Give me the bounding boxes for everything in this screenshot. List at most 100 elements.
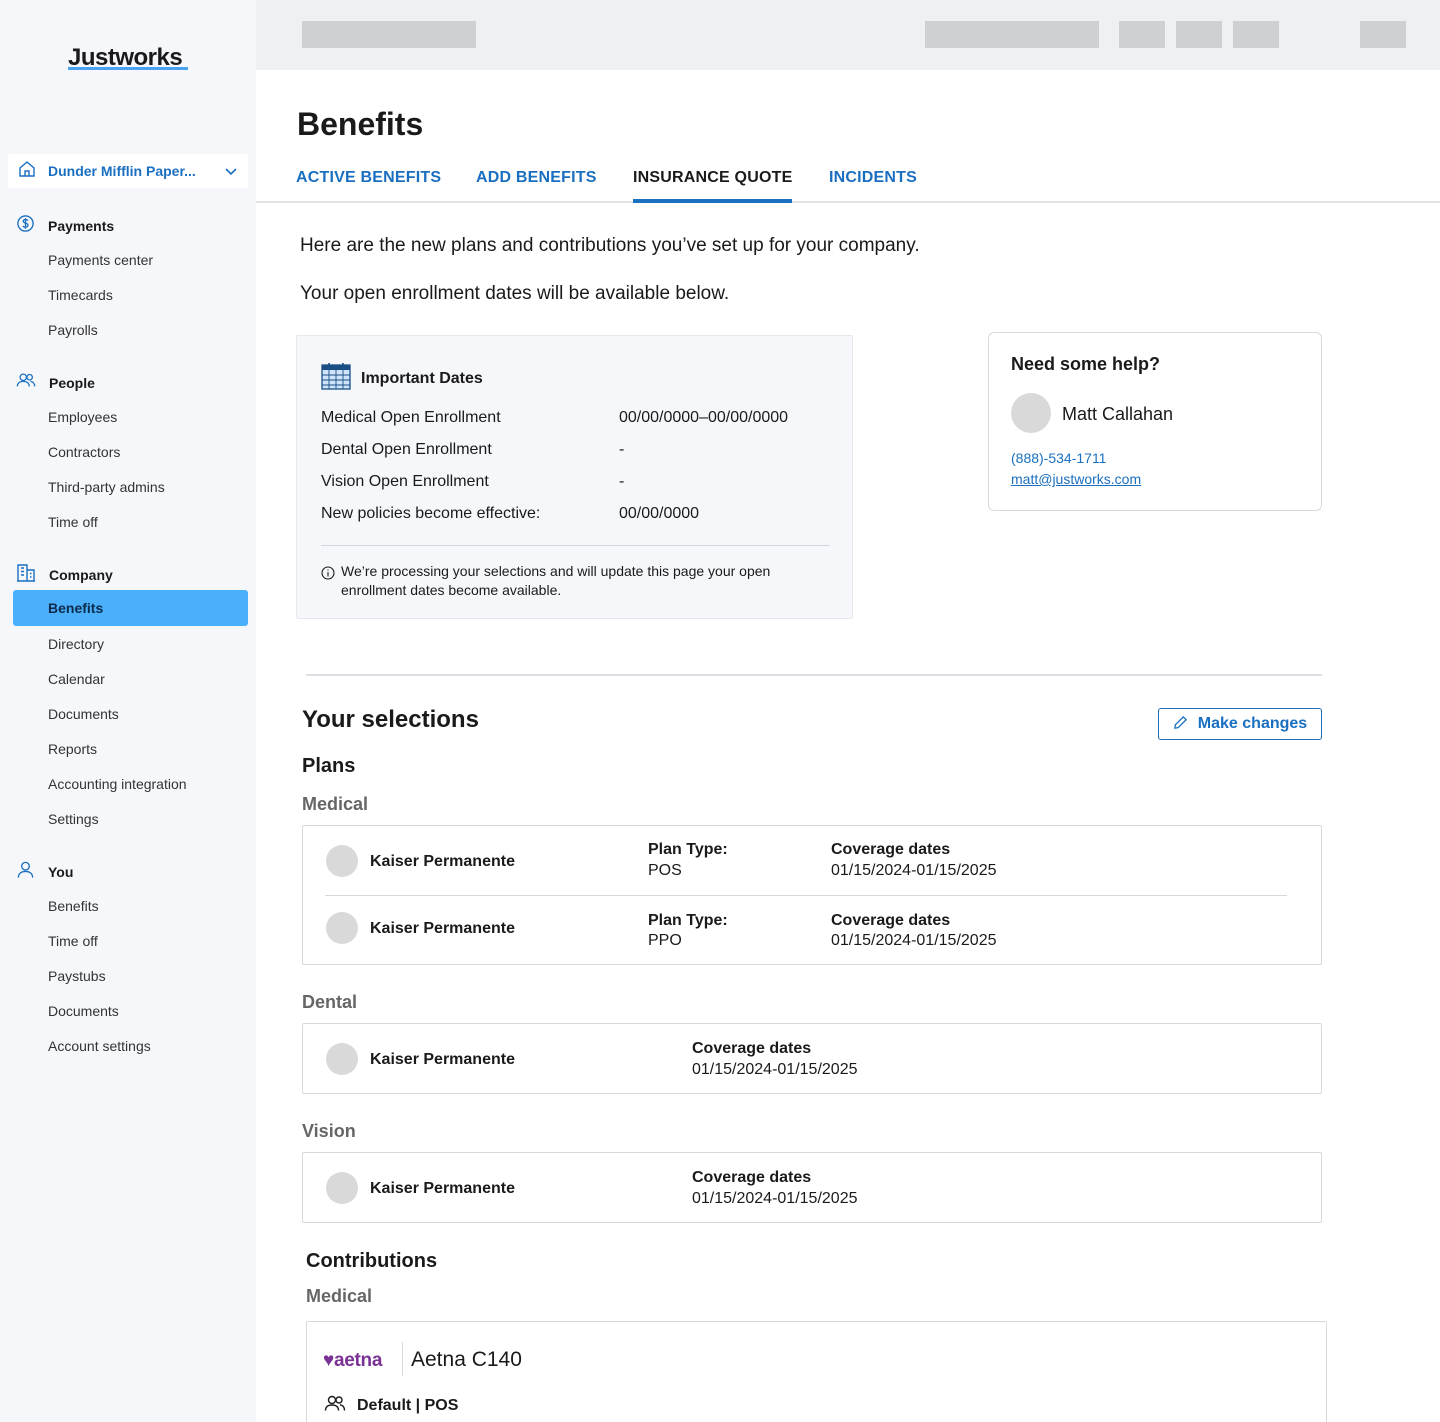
sidebar-item-paystubs[interactable]: Paystubs [48, 968, 106, 984]
aetna-logo-text: aetna [333, 1350, 383, 1371]
intro-text-enrollment: Your open enrollment dates will be avail… [300, 283, 730, 304]
plan-type-value: POS [648, 862, 682, 879]
coverage-dates-label: Coverage dates [692, 1169, 812, 1186]
contribution-tier: Default | POS [323, 1394, 458, 1417]
info-icon [321, 566, 335, 600]
divider [321, 545, 830, 546]
sidebar-item-employees[interactable]: Employees [48, 409, 117, 425]
date-value: - [619, 441, 625, 458]
home-icon [18, 160, 36, 183]
plan-carrier-name: Kaiser Permanente [370, 1051, 515, 1068]
plan-type-value: PPO [648, 932, 682, 949]
date-value: 00/00/0000 [619, 505, 700, 522]
sidebar-item-time-off[interactable]: Time off [48, 514, 98, 530]
toolbar-placeholder[interactable] [1233, 21, 1279, 48]
date-row: Medical Open Enrollment 00/00/0000–00/00… [321, 409, 831, 427]
help-email-link[interactable]: matt@justworks.com [1011, 471, 1141, 487]
benefits-tabs: ACTIVE BENEFITS ADD BENEFITS INSURANCE Q… [256, 165, 1440, 203]
date-value: - [619, 473, 625, 490]
plan-row[interactable]: Kaiser Permanente Plan Type: PPO Coverag… [303, 896, 1323, 966]
tab-active-benefits[interactable]: ACTIVE BENEFITS [296, 169, 441, 203]
vision-category-label: Vision [302, 1121, 356, 1141]
logo-underline [68, 67, 188, 70]
make-changes-button[interactable]: Make changes [1158, 708, 1322, 740]
medical-plans-card: Kaiser Permanente Plan Type: POS Coverag… [302, 825, 1322, 965]
logo-divider [402, 1342, 403, 1376]
plan-row[interactable]: Kaiser Permanente Coverage dates 01/15/2… [303, 1024, 1323, 1094]
sidebar-item-reports[interactable]: Reports [48, 741, 97, 757]
tab-insurance-quote[interactable]: INSURANCE QUOTE [633, 169, 793, 203]
sidebar-item-contractors[interactable]: Contractors [48, 444, 120, 460]
date-row: Dental Open Enrollment - [321, 441, 831, 459]
nav-section-company[interactable]: Company [16, 563, 113, 587]
sidebar-item-timecards[interactable]: Timecards [48, 287, 113, 303]
nav-section-payments[interactable]: Payments [16, 214, 114, 238]
vision-plans-card: Kaiser Permanente Coverage dates 01/15/2… [302, 1152, 1322, 1223]
contribution-tier-label: Default | POS [357, 1396, 459, 1414]
help-contact-name: Matt Callahan [1062, 404, 1174, 424]
sidebar-item-company-documents[interactable]: Documents [48, 706, 119, 722]
tab-incidents[interactable]: INCIDENTS [829, 169, 917, 203]
coverage-dates-value: 01/15/2024-01/15/2025 [692, 1061, 858, 1078]
sidebar-item-my-documents[interactable]: Documents [48, 1003, 119, 1019]
search-placeholder[interactable] [302, 21, 476, 48]
coverage-dates-value: 01/15/2024-01/15/2025 [831, 932, 997, 949]
toolbar-placeholder[interactable] [1119, 21, 1165, 48]
nav-section-label: People [49, 374, 95, 391]
calendar-icon [321, 362, 351, 395]
avatar [1011, 393, 1051, 433]
contribution-card[interactable]: ♥aetna Aetna C140 Default | POS [306, 1321, 1327, 1422]
sidebar-item-calendar[interactable]: Calendar [48, 671, 105, 687]
coverage-dates-label: Coverage dates [831, 841, 951, 858]
company-selector[interactable]: Dunder Mifflin Paper... [8, 154, 248, 188]
make-changes-label: Make changes [1197, 715, 1308, 732]
date-label: Dental Open Enrollment [321, 441, 492, 458]
sidebar-item-settings[interactable]: Settings [48, 811, 99, 827]
top-bar [256, 0, 1440, 70]
dental-category-label: Dental [302, 992, 358, 1012]
sidebar-item-directory[interactable]: Directory [48, 636, 104, 652]
aetna-logo: ♥aetna [323, 1350, 382, 1372]
contribution-plan-name: Aetna C140 [411, 1348, 522, 1371]
company-selector-label: Dunder Mifflin Paper... [48, 163, 196, 179]
sidebar-item-my-benefits[interactable]: Benefits [48, 898, 99, 914]
sidebar-item-accounting-integration[interactable]: Accounting integration [48, 776, 187, 792]
coverage-dates-label: Coverage dates [692, 1040, 812, 1057]
nav-section-you[interactable]: You [16, 860, 73, 884]
heart-icon: ♥ [323, 1350, 334, 1371]
page-title: Benefits [297, 106, 424, 142]
sidebar-item-payrolls[interactable]: Payrolls [48, 322, 98, 338]
toolbar-placeholder[interactable] [1176, 21, 1222, 48]
coverage-dates-value: 01/15/2024-01/15/2025 [831, 862, 997, 879]
coverage-dates-label: Coverage dates [831, 912, 951, 929]
sidebar-item-my-time-off[interactable]: Time off [48, 933, 98, 949]
carrier-logo-placeholder [326, 1172, 358, 1204]
people-icon [323, 1394, 347, 1417]
chevron-down-icon [224, 164, 238, 183]
nav-section-label: Payments [48, 218, 115, 234]
date-label: New policies become effective: [321, 505, 541, 522]
plan-type-label: Plan Type: [648, 841, 728, 858]
help-phone-link[interactable]: (888)-534-1711 [1011, 450, 1106, 466]
date-row: Vision Open Enrollment - [321, 473, 831, 491]
important-dates-card: Important Dates Medical Open Enrollment … [296, 335, 853, 619]
nav-section-label: You [48, 864, 74, 880]
tab-add-benefits[interactable]: ADD BENEFITS [476, 169, 597, 203]
nav-section-people[interactable]: People [16, 371, 95, 394]
processing-note-text: We’re processing your selections and wil… [341, 563, 771, 598]
plan-carrier-name: Kaiser Permanente [370, 920, 515, 937]
plan-row[interactable]: Kaiser Permanente Coverage dates 01/15/2… [303, 1153, 1323, 1223]
plan-carrier-name: Kaiser Permanente [370, 1180, 515, 1197]
nav-section-label: Company [49, 567, 113, 583]
sidebar-item-company-benefits[interactable]: Benefits [13, 590, 248, 626]
sidebar-item-account-settings[interactable]: Account settings [48, 1038, 151, 1054]
help-card: Need some help? Matt Callahan (888)-534-… [988, 332, 1322, 511]
your-selections-title: Your selections [302, 706, 479, 733]
sidebar-item-payments-center[interactable]: Payments center [48, 252, 153, 268]
sidebar-item-third-party-admins[interactable]: Third-party admins [48, 479, 165, 495]
toolbar-placeholder[interactable] [925, 21, 1099, 48]
carrier-logo-placeholder [326, 845, 358, 877]
plan-row[interactable]: Kaiser Permanente Plan Type: POS Coverag… [303, 826, 1323, 896]
account-placeholder[interactable] [1360, 21, 1406, 48]
date-row: New policies become effective: 00/00/000… [321, 505, 831, 523]
